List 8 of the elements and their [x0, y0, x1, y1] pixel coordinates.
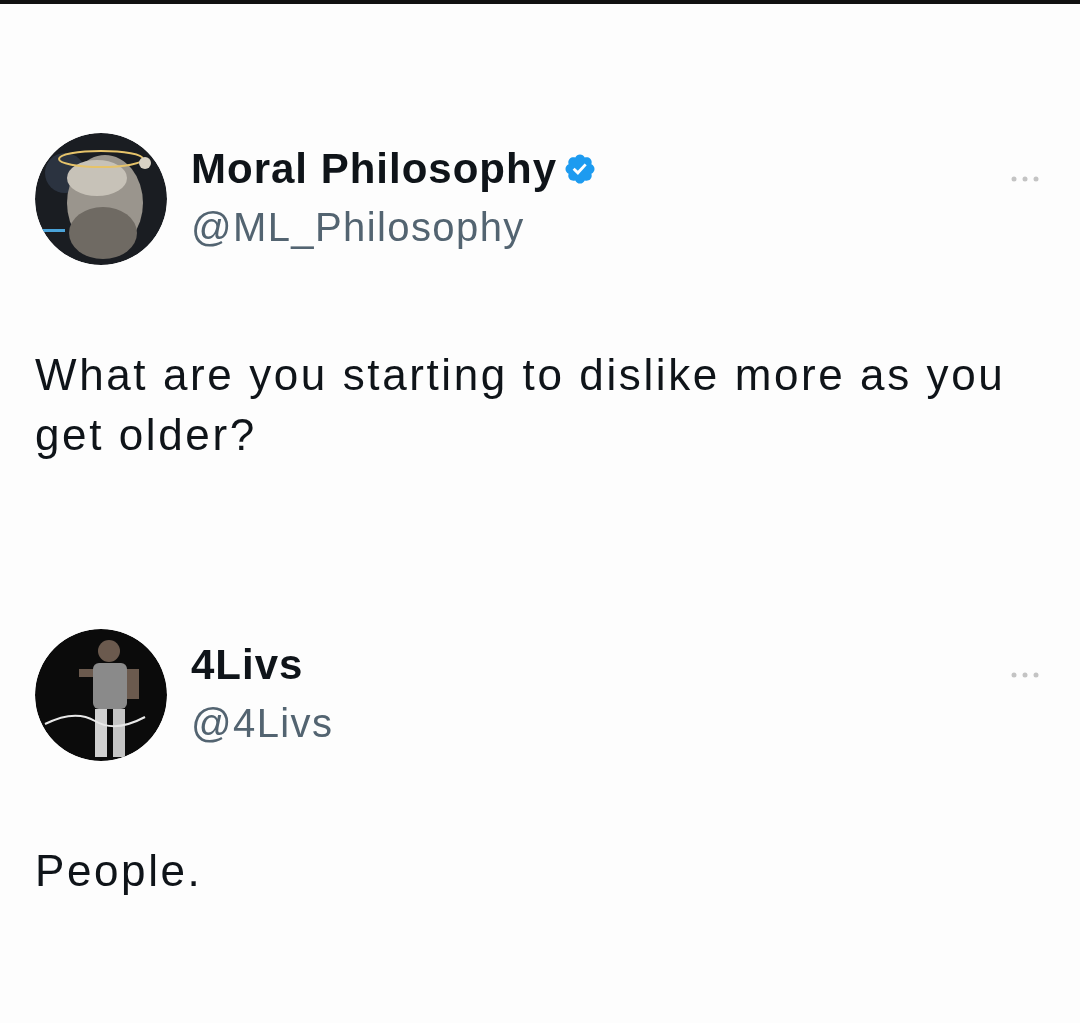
- display-name[interactable]: 4Livs: [191, 640, 304, 689]
- username[interactable]: @4Livs: [191, 700, 986, 746]
- post-text: What are you starting to dislike more as you get older?: [35, 349, 1007, 461]
- more-options-icon[interactable]: [1010, 175, 1040, 183]
- post-text: People.: [35, 845, 204, 897]
- display-name[interactable]: Moral Philosophy: [191, 144, 558, 193]
- more-options-icon[interactable]: [1010, 671, 1040, 679]
- username[interactable]: @ML_Philosophy: [191, 204, 986, 250]
